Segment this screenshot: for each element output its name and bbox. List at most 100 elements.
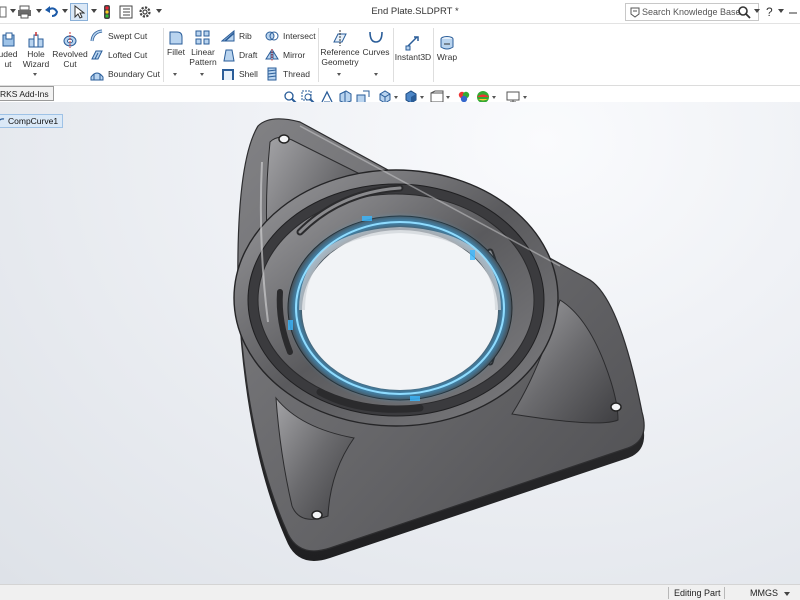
ring-notch [470,250,475,260]
command-manager-tabs: RKS Add-Ins [0,86,800,102]
search-icon[interactable] [736,3,752,21]
center-bore [302,230,498,390]
svg-text:?: ? [766,5,773,19]
ring-notch [410,396,420,401]
extruded-cut-label: uded ut [0,49,18,69]
intersect-label: Intersect [283,31,316,41]
rib-button[interactable]: Rib [220,29,252,43]
swept-cut-button[interactable]: Swept Cut [90,29,147,43]
help-icon[interactable]: ? [764,3,776,21]
wrap-label: Wrap [436,52,458,62]
search-dropdown-caret[interactable] [754,9,760,13]
new-dropdown-caret[interactable] [10,9,16,13]
linear-pattern-dropdown-caret[interactable] [200,73,204,76]
extruded-cut-button[interactable]: uded ut [0,32,20,69]
new-document-button[interactable] [0,3,8,21]
fillet-label: Fillet [167,47,185,57]
boundary-cut-label: Boundary Cut [108,69,160,79]
print-dropdown-caret[interactable] [36,9,42,13]
hole-wizard-icon [28,32,44,48]
units-selector[interactable]: MMGS [750,588,778,598]
revolved-cut-button[interactable]: Revolved Cut [52,32,88,69]
draft-button[interactable]: Draft [221,48,257,62]
shell-button[interactable]: Shell [221,67,258,81]
curves-icon [368,30,384,46]
title-bar: End Plate.SLDPRT * Search Knowledge Base… [0,0,800,24]
graphics-area[interactable]: CompCurve1 [0,102,800,584]
intersect-button[interactable]: Intersect [265,29,316,43]
boundary-cut-button[interactable]: Boundary Cut [90,67,160,81]
view-orientation-dropdown-caret[interactable] [394,96,398,99]
hide-show-dropdown-caret[interactable] [446,96,450,99]
linear-pattern-icon [195,30,211,46]
fillet-dropdown-caret[interactable] [173,73,177,76]
fillet-button[interactable]: Fillet [164,30,188,58]
print-icon[interactable] [17,3,33,21]
knowledge-base-icon [630,7,640,18]
extruded-cut-icon [0,32,16,48]
instant3d-button[interactable]: Instant3D [394,35,432,63]
reference-geometry-dropdown-caret[interactable] [337,73,341,76]
mirror-icon [265,48,279,62]
instant3d-icon [405,35,421,51]
status-bar: Editing Part MMGS [0,584,800,600]
end-plate-model[interactable] [0,102,800,584]
display-style-dropdown-caret[interactable] [420,96,424,99]
shell-label: Shell [239,69,258,79]
wrap-icon [439,35,455,51]
bolt-hole [610,402,622,412]
boundary-cut-icon [90,67,104,81]
mirror-button[interactable]: Mirror [265,48,305,62]
revolved-cut-icon [62,32,78,48]
undo-dropdown-caret[interactable] [62,9,68,13]
hole-wizard-button[interactable]: Hole Wizard [22,32,50,69]
tab-addins[interactable]: RKS Add-Ins [0,86,54,101]
linear-pattern-button[interactable]: Linear Pattern [189,30,217,67]
rib-icon [220,29,235,43]
units-dropdown-caret[interactable] [784,592,790,596]
hole-wizard-label: Hole Wizard [22,49,50,69]
thread-icon [265,67,279,81]
draft-icon [221,48,235,62]
reference-geometry-button[interactable]: Reference Geometry [320,30,360,67]
status-mode: Editing Part [674,588,721,598]
lofted-cut-icon [90,48,104,62]
document-title: End Plate.SLDPRT * [371,6,459,17]
ring-notch [288,320,293,330]
minimize-icon[interactable] [787,3,799,21]
thread-button[interactable]: Thread [265,67,310,81]
options-dropdown-caret[interactable] [156,9,162,13]
draft-label: Draft [239,50,258,60]
rebuild-icon[interactable] [100,3,114,21]
command-separator [318,28,319,82]
curves-dropdown-caret[interactable] [374,73,378,76]
fillet-icon [168,30,184,46]
hole-wizard-dropdown-caret[interactable] [33,73,37,76]
options-gear-icon[interactable] [137,3,153,21]
select-pointer-icon[interactable] [70,3,88,21]
curves-button[interactable]: Curves [362,30,390,58]
mirror-label: Mirror [283,50,306,60]
help-dropdown-caret[interactable] [778,9,784,13]
swept-cut-label: Swept Cut [108,31,148,41]
linear-pattern-label: Linear Pattern [189,47,217,67]
instant3d-label: Instant3D [394,52,432,62]
view-settings-dropdown-caret[interactable] [523,96,527,99]
rib-label: Rib [239,31,252,41]
intersect-icon [265,29,279,43]
search-placeholder: Search Knowledge Base [642,7,741,17]
status-separator [724,587,725,599]
wrap-button[interactable]: Wrap [434,35,460,63]
undo-icon[interactable] [44,3,60,21]
apply-scene-dropdown-caret[interactable] [492,96,496,99]
lofted-cut-button[interactable]: Lofted Cut [90,48,147,62]
curves-label: Curves [362,47,390,57]
bolt-hole [278,134,290,144]
shell-icon [221,67,235,81]
thread-label: Thread [283,69,310,79]
select-dropdown-caret[interactable] [91,9,97,13]
swept-cut-icon [90,29,104,43]
command-manager: uded ut Hole Wizard Revolved Cut Swept C… [0,24,800,86]
ring-notch [362,216,372,221]
file-properties-icon[interactable] [118,3,134,21]
